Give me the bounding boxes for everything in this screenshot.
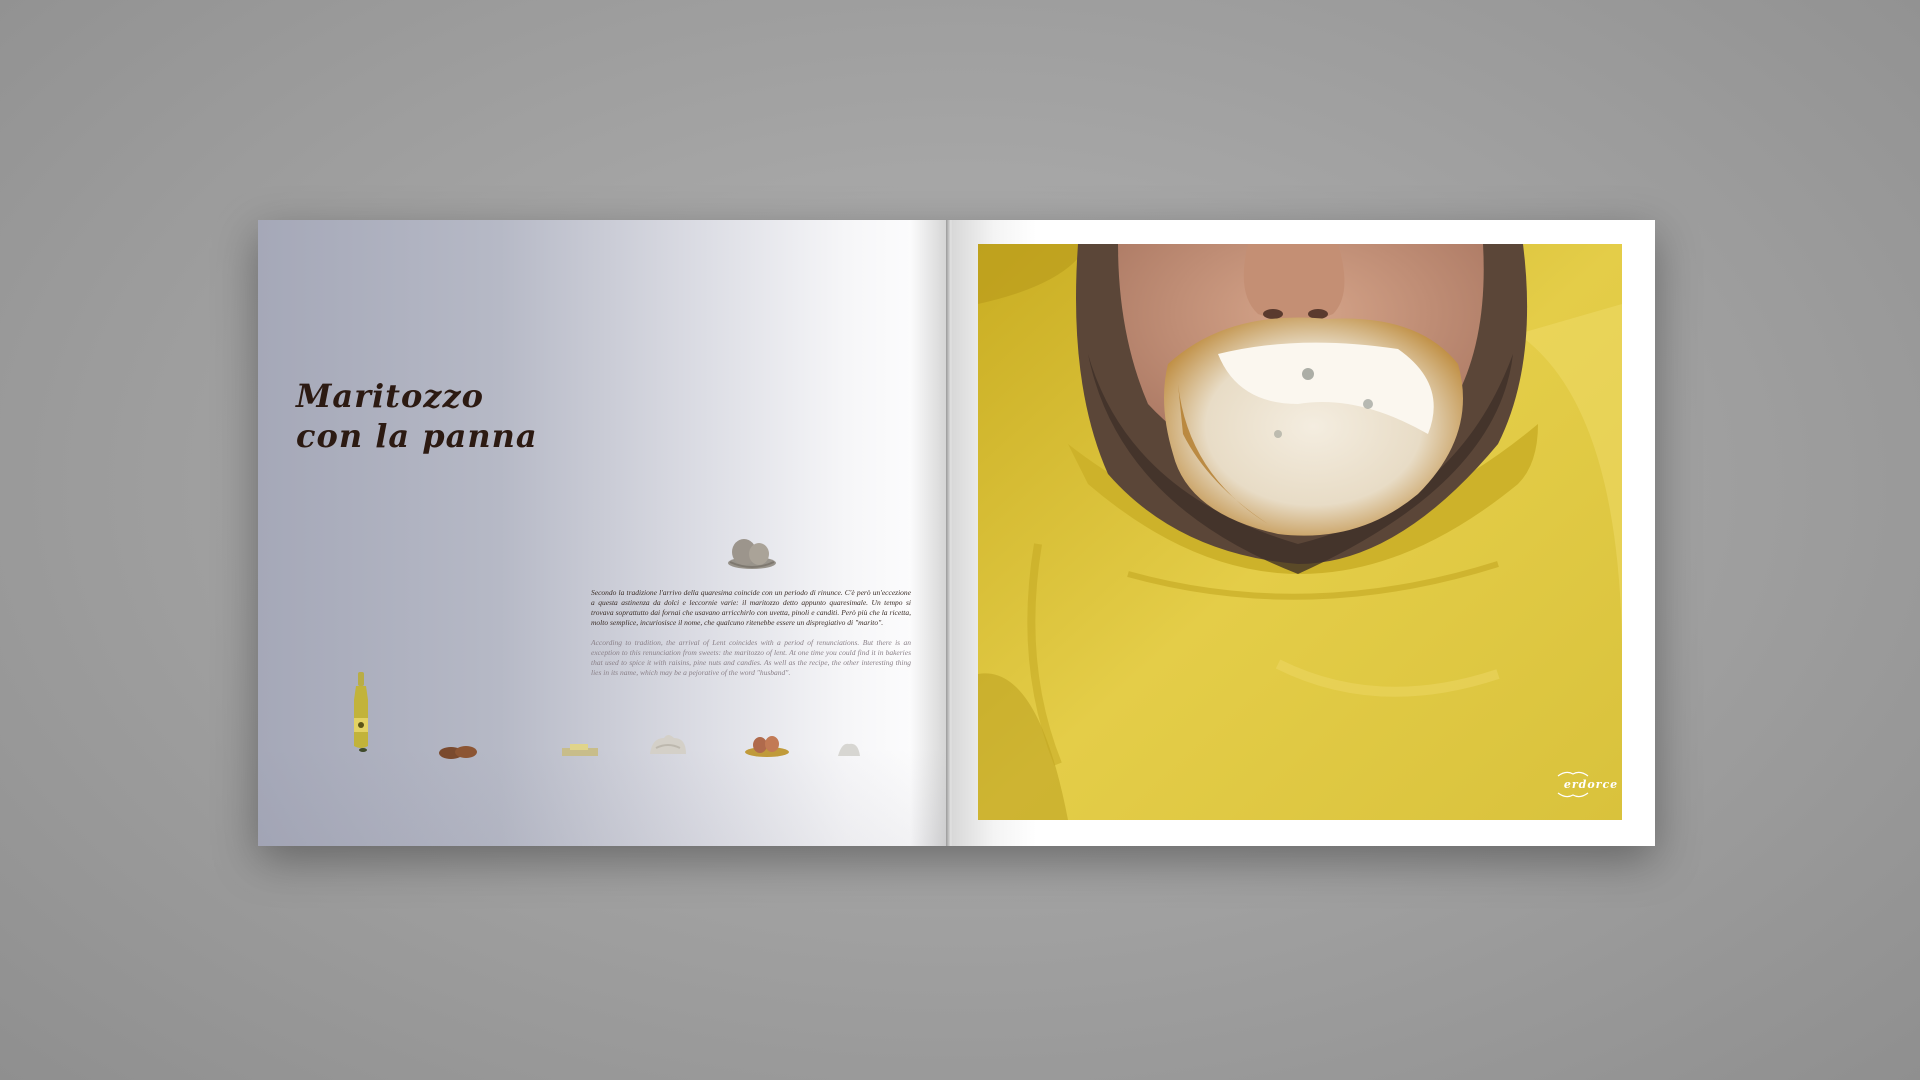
floor-shadow bbox=[258, 748, 950, 846]
article-text: Secondo la tradizione l'arrivo della qua… bbox=[591, 588, 911, 678]
ornament-icon bbox=[1557, 792, 1589, 798]
butter-icon bbox=[562, 744, 598, 756]
nest-eggs-icon bbox=[745, 736, 789, 757]
page-title: Maritozzo con la panna bbox=[296, 376, 538, 456]
body-italian: Secondo la tradizione l'arrivo della qua… bbox=[591, 588, 911, 627]
brand-name: erdorce bbox=[1563, 778, 1619, 791]
body-english: According to tradition, the arrival of L… bbox=[591, 638, 911, 677]
cream-icon bbox=[650, 735, 686, 754]
left-page: Maritozzo con la panna Secondo la tradiz… bbox=[258, 220, 950, 846]
title-line-1: Maritozzo bbox=[296, 377, 484, 415]
man-eating-maritozzo-photo: erdorce bbox=[978, 244, 1622, 820]
almonds-icon bbox=[439, 746, 477, 759]
ornament-icon bbox=[1557, 771, 1589, 777]
eggs-in-nest-icon bbox=[728, 539, 776, 569]
sugar-icon bbox=[838, 743, 860, 756]
right-page: erdorce bbox=[952, 220, 1655, 846]
magazine-spread: Maritozzo con la panna Secondo la tradiz… bbox=[258, 220, 1655, 846]
title-line-2: con la panna bbox=[296, 417, 538, 455]
brand-logo: erdorce bbox=[1556, 770, 1622, 799]
oil-bottle-icon bbox=[354, 672, 368, 752]
